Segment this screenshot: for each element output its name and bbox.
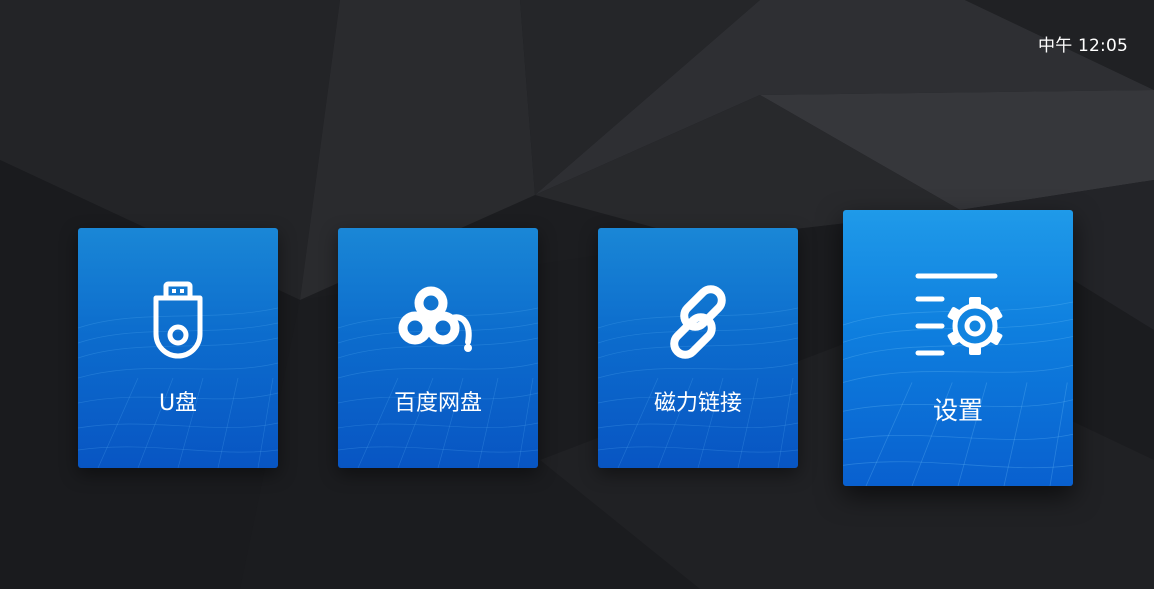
home-screen: 中午 12:05 U盘 百度网盘 磁力链接 设置 [0,0,1154,589]
usb-drive-tile[interactable]: U盘 [78,228,278,468]
usb-drive-label: U盘 [158,391,198,416]
magnet-link-tile[interactable]: 磁力链接 [598,228,798,468]
baidu-netdisk-tile[interactable]: 百度网盘 [338,228,538,468]
status-clock: 中午 12:05 [1038,36,1128,56]
baidu-netdisk-icon [398,286,472,352]
settings-label: 设置 [932,396,983,425]
link-icon [670,285,726,359]
settings-gear-icon [915,273,1003,356]
usb-drive-icon [153,281,203,359]
baidu-netdisk-label: 百度网盘 [393,391,482,416]
settings-tile[interactable]: 设置 [843,210,1073,486]
magnet-link-label: 磁力链接 [653,391,742,416]
